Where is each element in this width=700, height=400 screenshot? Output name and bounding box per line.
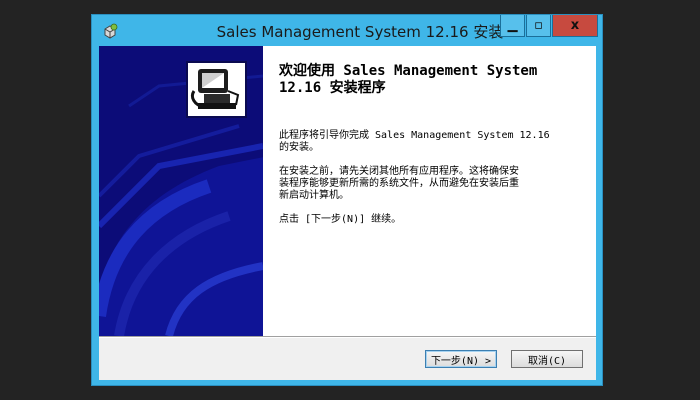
close-button[interactable]: x: [552, 15, 598, 37]
intro-text: 此程序将引导你完成 Sales Management System 12.16 …: [279, 130, 550, 153]
minimize-button[interactable]: ▁: [500, 15, 525, 37]
installer-body: 欢迎使用 Sales Management System 12.16 安装程序 …: [99, 46, 596, 380]
maximize-button[interactable]: ▫: [526, 15, 551, 37]
maximize-icon: ▫: [534, 18, 543, 33]
next-button[interactable]: 下一步(N) >: [425, 350, 497, 368]
computer-install-logo: [186, 61, 247, 118]
welcome-heading: 欢迎使用 Sales Management System 12.16 安装程序: [279, 63, 538, 96]
continue-hint-text: 点击 [下一步(N)] 继续。: [279, 214, 402, 225]
minimize-icon: ▁: [507, 18, 518, 33]
footer-divider: [99, 336, 596, 338]
close-apps-text: 在安装之前，请先关闭其他所有应用程序。这将确保安 装程序能够更新所需的系统文件，…: [279, 166, 519, 201]
title-bar[interactable]: Sales Management System 12.16 安装 ▁ ▫ x: [92, 15, 602, 45]
close-icon: x: [570, 18, 580, 33]
welcome-banner: [99, 46, 263, 336]
cancel-button[interactable]: 取消(C): [511, 350, 583, 368]
installer-window: Sales Management System 12.16 安装 ▁ ▫ x 欢…: [91, 14, 603, 386]
welcome-content: 欢迎使用 Sales Management System 12.16 安装程序 …: [263, 46, 596, 336]
